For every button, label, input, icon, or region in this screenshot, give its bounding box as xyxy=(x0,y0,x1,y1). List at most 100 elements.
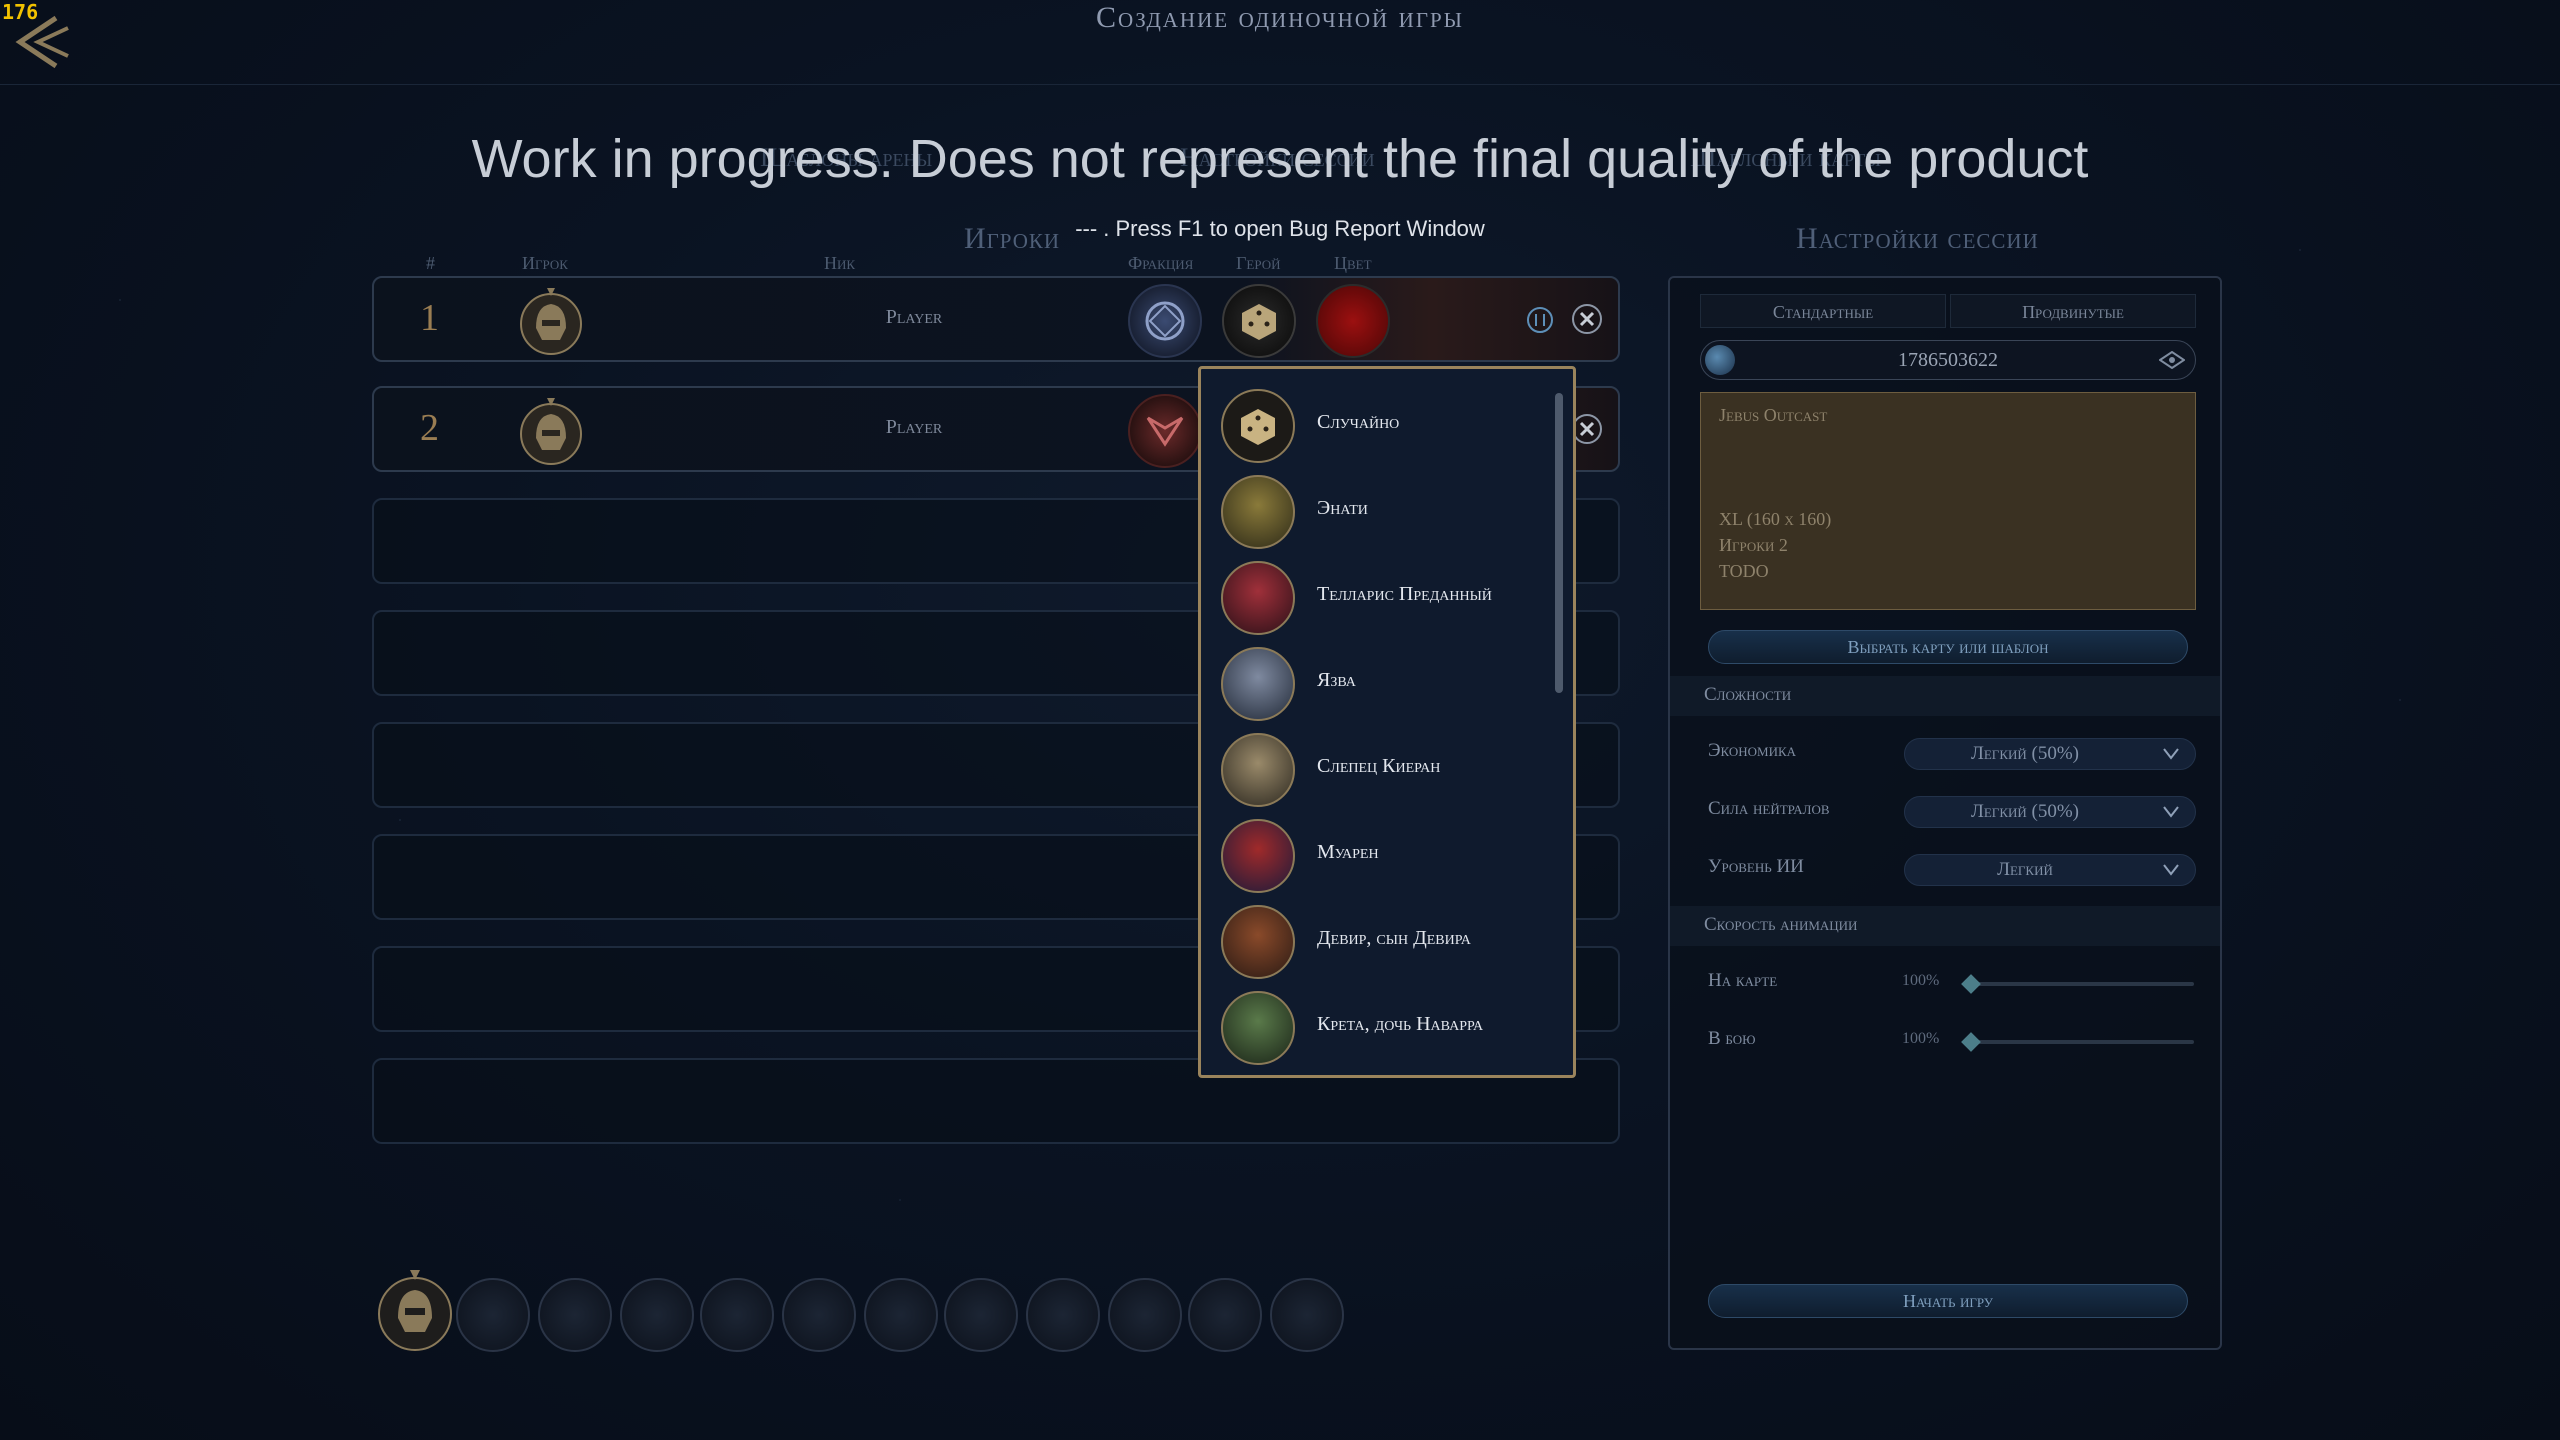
dropdown-scrollbar[interactable] xyxy=(1555,393,1563,693)
hero-option[interactable]: Телларис Преданный xyxy=(1221,561,1541,639)
battle-anim-slider[interactable] xyxy=(1970,1040,2194,1044)
faction-selector[interactable] xyxy=(1128,394,1202,468)
col-faction: Фракция xyxy=(1128,253,1194,273)
col-num: # xyxy=(426,253,435,273)
player-slot-icon[interactable] xyxy=(620,1278,694,1352)
faction-emblem-icon xyxy=(1146,416,1184,447)
difficulty-group: Сложности xyxy=(1670,676,2220,716)
seed-field[interactable]: 1786503622 xyxy=(1700,340,2196,380)
player-row[interactable]: 1 Player xyxy=(372,276,1620,362)
player-helmet-icon[interactable] xyxy=(372,1266,458,1352)
hero-option[interactable]: Случайно xyxy=(1221,389,1541,467)
start-game-button[interactable]: Начать игру xyxy=(1708,1284,2188,1318)
settings-tabs: Стандартные Продвинутые xyxy=(1700,294,2196,328)
hero-option[interactable]: Язва xyxy=(1221,647,1541,725)
player-slot-icon[interactable] xyxy=(700,1278,774,1352)
hero-option-label: Случайно xyxy=(1317,411,1400,433)
hero-option[interactable]: Муарен xyxy=(1221,819,1541,897)
player-slot-icon[interactable] xyxy=(944,1278,1018,1352)
economy-label: Экономика xyxy=(1708,740,1797,761)
dice-icon xyxy=(1242,304,1276,340)
seed-value: 1786503622 xyxy=(1898,349,1998,371)
hero-portrait-icon xyxy=(1221,905,1295,979)
eye-icon[interactable] xyxy=(2159,351,2185,369)
chevron-down-icon xyxy=(2163,806,2179,818)
hero-option[interactable]: Крета, дочь Наварра xyxy=(1221,991,1541,1069)
tab-standard[interactable]: Стандартные xyxy=(1700,294,1946,328)
player-slot-icon[interactable] xyxy=(1188,1278,1262,1352)
faction-emblem-icon xyxy=(1145,301,1185,341)
map-anim-slider-handle[interactable] xyxy=(1961,974,1981,994)
bug-report-hint: --- . Press F1 to open Bug Report Window xyxy=(1075,216,1485,241)
player-helmet-icon[interactable] xyxy=(514,284,588,358)
hero-portrait-icon xyxy=(1221,647,1295,721)
battle-anim-slider-handle[interactable] xyxy=(1961,1032,1981,1052)
hero-option-label: Телларис Преданный xyxy=(1317,583,1492,605)
chevron-down-icon xyxy=(2163,748,2179,760)
map-size: XL (160 x 160) xyxy=(1719,509,1832,529)
color-selector[interactable] xyxy=(1316,284,1390,358)
player-number: 1 xyxy=(420,297,439,339)
player-slot-icon[interactable] xyxy=(456,1278,530,1352)
chevron-down-icon xyxy=(2163,864,2179,876)
player-slot-icon[interactable] xyxy=(1270,1278,1344,1352)
hero-portrait-icon xyxy=(1221,819,1295,893)
battle-anim-value: 100% xyxy=(1902,1030,1940,1047)
ai-level-select[interactable]: Легкий xyxy=(1904,854,2196,886)
hero-option-label: Слепец Киеран xyxy=(1317,755,1441,777)
neutral-strength-value: Легкий (50%) xyxy=(1970,801,2080,822)
players-section-title: Игроки xyxy=(964,222,1061,255)
map-players: Игроки 2 xyxy=(1719,535,1788,555)
battle-anim-label: В бою xyxy=(1708,1028,1756,1049)
difficulty-group-title: Сложности xyxy=(1704,684,1792,705)
player-slot-icon[interactable] xyxy=(1026,1278,1100,1352)
hero-portrait-icon xyxy=(1221,475,1295,549)
hero-option-label: Язва xyxy=(1317,669,1356,691)
hero-selector[interactable] xyxy=(1222,284,1296,358)
hero-option[interactable]: Девир, сын Девира xyxy=(1221,905,1541,983)
player-helmet-icon[interactable] xyxy=(514,394,588,468)
back-arrow-icon[interactable] xyxy=(12,14,76,70)
player-number: 2 xyxy=(420,407,439,449)
ai-level-label: Уровень ИИ xyxy=(1708,856,1804,877)
page-title: Создание одиночной игры xyxy=(1096,1,1464,34)
player-slot-icon[interactable] xyxy=(864,1278,938,1352)
hero-option-label: Девир, сын Девира xyxy=(1317,927,1471,949)
player-nick: Player xyxy=(885,306,943,328)
tab-advanced[interactable]: Продвинутые xyxy=(1950,294,2196,328)
economy-value: Легкий (50%) xyxy=(1970,743,2080,764)
animation-group: Скорость анимации xyxy=(1670,906,2220,946)
col-nick: Ник xyxy=(824,253,856,273)
hero-dropdown[interactable]: Случайно Энати Телларис Преданный Язва С… xyxy=(1198,366,1576,1078)
economy-select[interactable]: Легкий (50%) xyxy=(1904,738,2196,770)
ai-level-value: Легкий xyxy=(1997,859,2053,880)
map-name: Jebus Outcast xyxy=(1719,405,1828,425)
map-info-box: Jebus Outcast XL (160 x 160) Игроки 2 TO… xyxy=(1700,392,2196,610)
map-anim-label: На карте xyxy=(1708,970,1778,991)
col-hero: Герой xyxy=(1236,253,1281,273)
close-icon[interactable] xyxy=(1570,302,1604,336)
swap-icon[interactable] xyxy=(1526,306,1554,334)
map-anim-slider[interactable] xyxy=(1970,982,2194,986)
hero-option[interactable]: Слепец Киеран xyxy=(1221,733,1541,811)
animation-group-title: Скорость анимации xyxy=(1704,914,1858,935)
choose-map-button[interactable]: Выбрать карту или шаблон xyxy=(1708,630,2188,664)
neutral-strength-select[interactable]: Легкий (50%) xyxy=(1904,796,2196,828)
hero-portrait-icon xyxy=(1221,991,1295,1065)
faction-selector[interactable] xyxy=(1128,284,1202,358)
player-slot-icon[interactable] xyxy=(538,1278,612,1352)
session-section-title: Настройки сессии xyxy=(1796,222,2039,255)
player-slot-icon[interactable] xyxy=(1108,1278,1182,1352)
hero-option-label: Энати xyxy=(1317,497,1368,519)
col-player: Игрок xyxy=(522,253,568,273)
hero-portrait-icon xyxy=(1221,561,1295,635)
map-anim-value: 100% xyxy=(1902,972,1940,989)
hero-option[interactable]: Энати xyxy=(1221,475,1541,553)
hero-option-label: Муарен xyxy=(1317,841,1379,863)
col-color: Цвет xyxy=(1334,253,1372,273)
neutral-strength-label: Сила нейтралов xyxy=(1708,798,1830,819)
wip-banner: Work in progress. Does not represent the… xyxy=(471,129,2089,189)
player-slot-icon[interactable] xyxy=(782,1278,856,1352)
hero-option-label: Крета, дочь Наварра xyxy=(1317,1013,1484,1035)
hero-portrait-icon xyxy=(1221,733,1295,807)
